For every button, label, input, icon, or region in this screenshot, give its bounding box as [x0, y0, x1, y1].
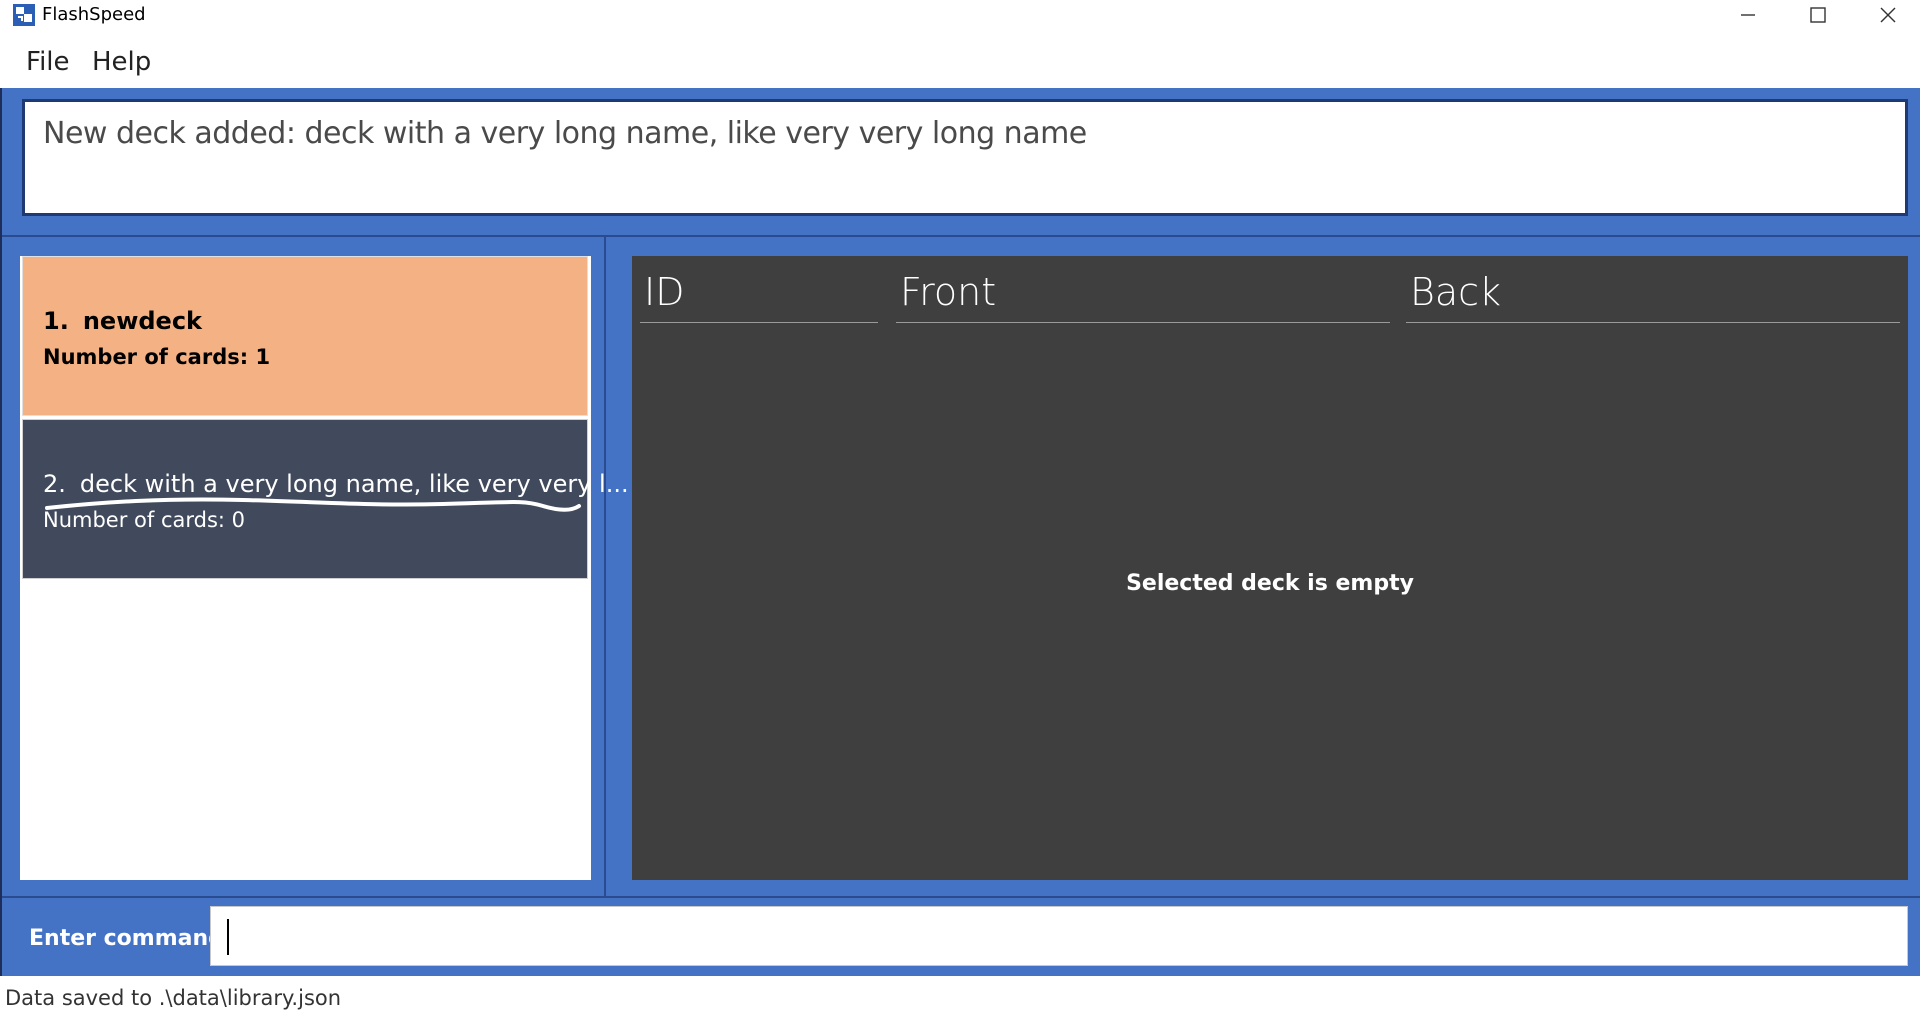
- deck-list-item[interactable]: 1. newdeck Number of cards: 1: [22, 256, 588, 416]
- close-button[interactable]: [1853, 0, 1920, 30]
- status-bar: Data saved to .\data\library.json: [0, 976, 1920, 1018]
- column-header-label: Front: [900, 270, 997, 314]
- maximize-icon: [1810, 7, 1826, 23]
- menu-help[interactable]: Help: [92, 47, 151, 77]
- card-table: ID Front Back Selected deck is empty: [632, 256, 1908, 880]
- flashspeed-app-icon: [13, 4, 35, 26]
- close-icon: [1880, 7, 1896, 23]
- deck-list: 1. newdeck Number of cards: 1 2. deck with…: [20, 256, 629, 880]
- command-divider: [2, 896, 1920, 898]
- column-header-id[interactable]: ID: [640, 270, 878, 323]
- title-bar: FlashSpeed: [0, 0, 1920, 30]
- window-title: FlashSpeed: [42, 4, 146, 25]
- column-header-front[interactable]: Front: [896, 270, 1390, 323]
- empty-deck-message: Selected deck is empty: [1126, 571, 1414, 596]
- result-message: New deck added: deck with a very long na…: [43, 116, 1087, 151]
- command-label: Enter command:: [29, 926, 233, 951]
- deck-name: newdeck: [82, 307, 203, 335]
- minimize-button[interactable]: [1713, 0, 1783, 30]
- status-text: Data saved to .\data\library.json: [5, 986, 342, 1010]
- deck-card-count: Number of cards: 1: [43, 345, 271, 369]
- column-header-label: ID: [644, 270, 685, 314]
- deck-card-count: Number of cards: 0: [43, 508, 246, 532]
- deck-list-item[interactable]: 2. deck with a very long name, like very …: [22, 419, 629, 579]
- main-panel: New deck added: deck with a very long na…: [0, 88, 1920, 976]
- maximize-button[interactable]: [1783, 0, 1853, 30]
- split-divider[interactable]: [2, 235, 1920, 237]
- menu-bar: File Help: [0, 36, 1920, 88]
- menu-file[interactable]: File: [26, 47, 70, 77]
- command-input[interactable]: [210, 906, 1908, 966]
- deck-title: 1. newdeck: [43, 307, 202, 335]
- minimize-icon: [1741, 14, 1755, 16]
- split-divider-vertical[interactable]: [604, 237, 606, 897]
- column-header-back[interactable]: Back: [1406, 270, 1900, 323]
- deck-index: 1.: [43, 307, 69, 335]
- column-header-label: Back: [1410, 270, 1502, 314]
- result-display: New deck added: deck with a very long na…: [22, 99, 1908, 216]
- text-caret: [227, 919, 229, 955]
